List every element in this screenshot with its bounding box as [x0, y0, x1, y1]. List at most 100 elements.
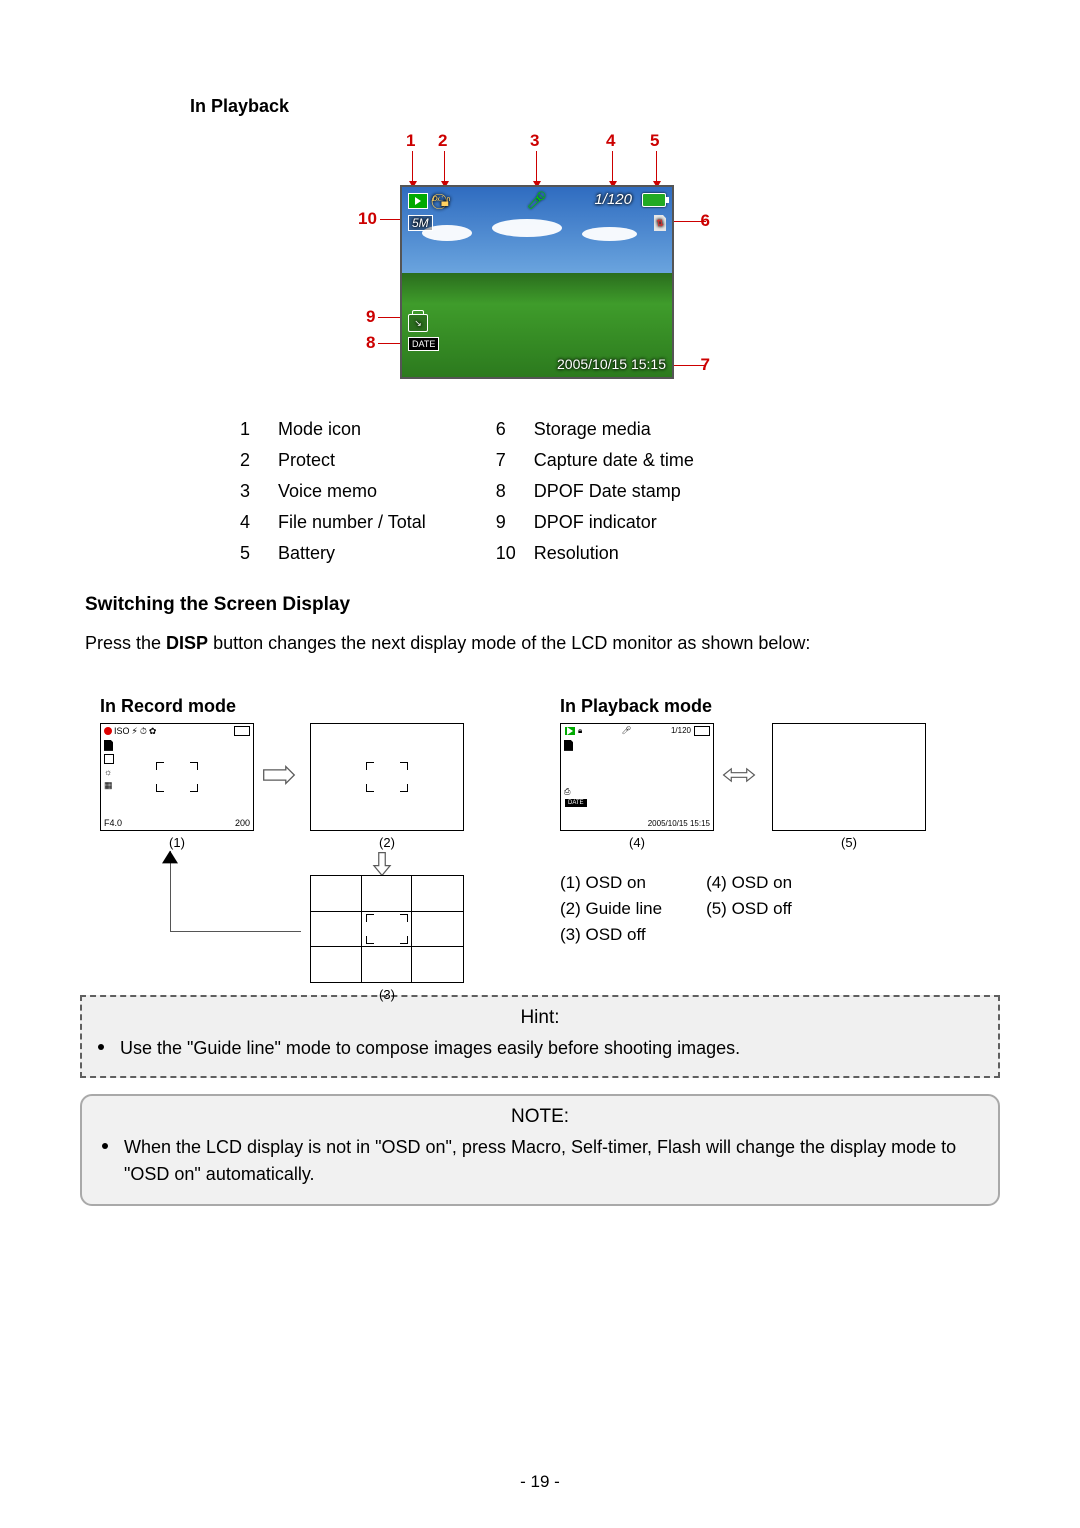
- protect-mini-icon: 🔒︎: [578, 726, 582, 736]
- osd-legend-item: (2) Guide line: [560, 899, 662, 919]
- legend-label: Protect: [278, 450, 426, 471]
- flow-line-3to1: [170, 851, 301, 932]
- note-bullet: When the LCD display is not in "OSD on",…: [102, 1134, 978, 1188]
- record-lcd-3: (3): [310, 875, 464, 1002]
- focus-mark-icon: [190, 784, 198, 792]
- callout-7-line: [670, 365, 706, 366]
- legend-label: Storage media: [534, 419, 694, 440]
- callout-9-num: 9: [366, 307, 375, 327]
- iso-label: ISO: [114, 726, 130, 736]
- focus-mark-icon: [366, 914, 374, 922]
- focus-mark-icon: [366, 936, 374, 944]
- record-lcd-1: ISO ⚡︎ ⏱︎ ✿︎ ☼︎ ▦: [100, 723, 254, 850]
- voice-memo-mini-icon: 🎤︎: [622, 726, 632, 736]
- date-badge-mini: DATE: [564, 798, 588, 808]
- file-counter: 1/120: [594, 191, 632, 208]
- callout-10-line: [380, 219, 402, 220]
- mini-lcd: ISO ⚡︎ ⏱︎ ✿︎ ☼︎ ▦: [100, 723, 254, 831]
- arrow-right-icon: [262, 763, 296, 794]
- legend-label: Capture date & time: [534, 450, 694, 471]
- legend-label: Mode icon: [278, 419, 426, 440]
- record-dot-icon: [104, 727, 112, 735]
- callout-4-num: 4: [606, 131, 615, 151]
- arrow-bidirectional-icon: [722, 763, 756, 794]
- callout-2-line: [444, 151, 445, 187]
- switch-text-post: button changes the next display mode of …: [208, 633, 810, 653]
- lcd-row3: ↘: [402, 313, 672, 333]
- record-caption-3: (3): [310, 987, 464, 1002]
- osd-legend-col2: (4) OSD on (5) OSD off: [706, 873, 792, 945]
- legend-right-col: 6Storage media 7Capture date & time 8DPO…: [496, 419, 694, 564]
- legend-num: 1: [240, 419, 268, 440]
- osd-legend-item: (3) OSD off: [560, 925, 662, 945]
- bullet-icon: [102, 1143, 108, 1149]
- voice-memo-icon: 🎤︎: [526, 191, 548, 211]
- osd-legend-item: (1) OSD on: [560, 873, 662, 893]
- guide-line-grid: [311, 876, 463, 982]
- resolution-badge: 5M: [408, 215, 433, 231]
- rec-side-col: ☼︎ ▦: [104, 740, 114, 791]
- storage-media-icon: ⇅: [654, 215, 666, 231]
- note-title: NOTE:: [102, 1106, 978, 1128]
- playback-lcd-5: (5): [772, 723, 926, 850]
- callout-8-line: [378, 343, 402, 344]
- callout-5-line: [656, 151, 657, 187]
- legend-num: 3: [240, 481, 268, 502]
- aperture-value: F4.0: [104, 818, 122, 828]
- playback-diagram-container: 1 2 3 4 5 6 7 8 9 10: [260, 135, 820, 385]
- focus-mark-icon: [190, 762, 198, 770]
- playback-legend: 1 Mode icon 2 Protect 3 Voice memo 4 File nu…: [240, 419, 1000, 564]
- legend-num: 4: [240, 512, 268, 533]
- sharpness-icon: ▦: [104, 780, 114, 791]
- legend-label: File number / Total: [278, 512, 426, 533]
- rec-bottom-row: F4.0 200: [104, 818, 250, 828]
- callout-1-line: [412, 151, 413, 187]
- shots-remaining: 200: [235, 818, 250, 828]
- legend-left-col: 1 Mode icon 2 Protect 3 Voice memo 4 File nu…: [240, 419, 426, 564]
- focus-mark-icon: [366, 784, 374, 792]
- playback-mode-area: 🔒︎ 🎤︎ 1/120 ⎙︎ DATE: [560, 723, 1000, 853]
- arrow-up-icon: [158, 841, 182, 872]
- page-number: - 19 -: [0, 1472, 1080, 1492]
- playback-caption-4: (4): [560, 835, 714, 850]
- record-mode-col: In Record mode ISO ⚡︎ ⏱︎ ✿︎: [100, 684, 530, 983]
- mini-lcd: [772, 723, 926, 831]
- hint-bullet: Use the "Guide line" mode to compose ima…: [98, 1035, 982, 1062]
- playback-lcd: 𝄊⃝ 🔓︎ 🎤︎ 1/120 5M ⇅ ↘ DATE 2005/10/15 15…: [400, 185, 674, 379]
- focus-mark-icon: [156, 784, 164, 792]
- legend-num: 8: [496, 481, 524, 502]
- legend-num: 9: [496, 512, 524, 533]
- manual-page: In Playback 1 2 3 4 5 6 7 8 9 10: [0, 0, 1080, 1528]
- legend-num: 5: [240, 543, 268, 564]
- legend-num: 2: [240, 450, 268, 471]
- sd-arrow-icon: ⇅: [654, 215, 666, 231]
- callout-6-line: [670, 221, 706, 222]
- note-text: When the LCD display is not in "OSD on",…: [124, 1134, 978, 1188]
- legend-num: 6: [496, 419, 524, 440]
- heading-in-record-mode: In Record mode: [100, 696, 530, 717]
- capture-datetime: 2005/10/15 15:15: [557, 356, 666, 372]
- lcd-bottombar: 2005/10/15 15:15: [402, 353, 672, 375]
- wb-icon: [104, 754, 114, 764]
- lcd-row2: 5M ⇅: [402, 213, 672, 233]
- dpof-indicator-icon: ↘: [408, 314, 428, 332]
- hint-text: Use the "Guide line" mode to compose ima…: [120, 1035, 740, 1062]
- record-caption-2: (2): [310, 835, 464, 850]
- play-mode-icon: [408, 193, 428, 209]
- macro-icon: ✿︎: [149, 726, 157, 737]
- dpof-date-stamp: DATE: [408, 337, 439, 351]
- timer-icon: ⏱︎: [140, 726, 147, 737]
- rec-top-row: ISO ⚡︎ ⏱︎ ✿︎: [104, 726, 250, 737]
- dpof-mini-icon: ⎙︎: [564, 787, 570, 796]
- legend-label: Battery: [278, 543, 426, 564]
- protect-lock-icon: 🔓︎: [441, 193, 451, 210]
- focus-mark-icon: [400, 914, 408, 922]
- sd-mini-icon: [104, 740, 113, 751]
- mini-lcd: [310, 723, 464, 831]
- datetime-mini: 2005/10/15 15:15: [648, 819, 710, 828]
- legend-label: Resolution: [534, 543, 694, 564]
- legend-label: Voice memo: [278, 481, 426, 502]
- switch-text-pre: Press the: [85, 633, 166, 653]
- heading-switching: Switching the Screen Display: [85, 594, 1000, 616]
- lcd-row4: DATE: [402, 335, 672, 353]
